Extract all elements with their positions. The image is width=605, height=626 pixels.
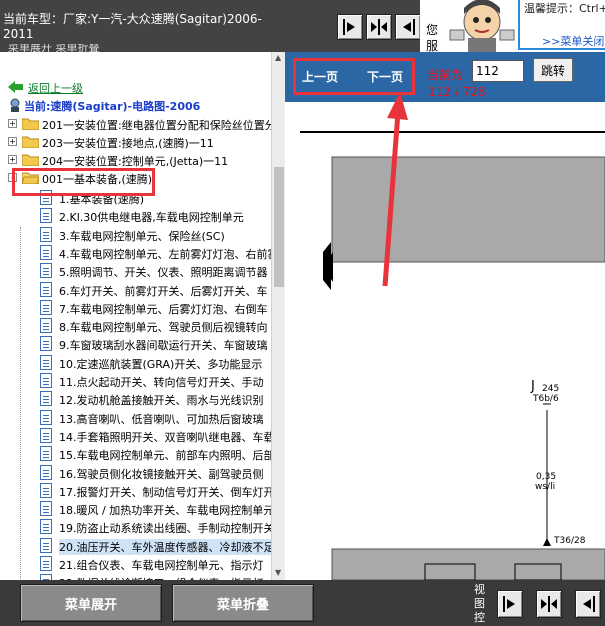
document-icon — [40, 208, 52, 224]
document-icon — [40, 482, 52, 498]
document-icon — [40, 244, 52, 260]
tree-leaf-label: 6.车灯开关、前雾灯开关、后雾灯开关、车 — [59, 284, 268, 298]
arrow-left-icon — [403, 19, 415, 35]
header-menu-strip: 菜单展开 菜单折叠 — [8, 44, 100, 52]
ad-tip-text: 温馨提示：Ctrl+D — [524, 2, 605, 15]
bottom-view-split-button[interactable] — [536, 590, 562, 618]
callout-arrow-icon — [382, 92, 408, 287]
tree-leaf-label: 14.手套箱照明开关、双音喇叭继电器、车载 — [59, 430, 275, 444]
expand-icon[interactable]: + — [8, 137, 17, 146]
tree-leaf-label: 21.组合仪表、车载电网控制单元、指示灯 — [59, 559, 264, 572]
car-icon — [10, 98, 20, 112]
top-header: 当前车型：厂家:Y一汽-大众速腾(Sagitar)2006-2011 菜单展开 … — [0, 0, 605, 52]
tree-leaf-label: 18.暖风 / 加热功率开关、车载电网控制单元 — [59, 504, 275, 518]
tree-leaf-label: 10.定速巡航装置(GRA)开关、多功能显示 — [59, 357, 263, 371]
document-icon — [40, 464, 52, 480]
mascot-icon — [449, 0, 515, 52]
basic-equipment-callout — [12, 168, 155, 196]
arrow-right-icon — [343, 19, 355, 35]
folder-icon — [22, 154, 39, 166]
page-count: 112 / 728 — [428, 85, 486, 99]
document-icon — [40, 299, 52, 315]
car-model-title: 当前车型：厂家:Y一汽-大众速腾(Sagitar)2006-2011 — [3, 12, 262, 41]
tree-leaf-label: 7.车载电网控制单元、后雾灯灯泡、右倒车 — [59, 302, 268, 316]
ad-tip-box: 温馨提示：Ctrl+D >>菜单关闭 — [518, 0, 605, 50]
wire-size: 0,35 — [536, 472, 557, 482]
current-label: 当前:速腾(Sagitar)-电路图-2006 — [24, 100, 201, 113]
split-view-icon — [371, 19, 387, 35]
ref-j-sub: 245 — [542, 384, 560, 394]
view-split-button[interactable] — [366, 14, 392, 40]
connector-arrow-icon — [543, 538, 551, 546]
page-number-input[interactable] — [472, 60, 524, 82]
document-icon — [40, 501, 52, 517]
document-icon — [40, 281, 52, 297]
bottom-toolbar: 菜单展开 菜单折叠 视图控 — [0, 580, 605, 626]
circuit-diagram: J 245 T6b/6 0,35 ws/li T36/28 K 32 — [285, 102, 605, 580]
expand-menu-button[interactable]: 菜单展开 — [20, 584, 162, 622]
folder-icon — [22, 136, 39, 148]
document-icon — [40, 427, 52, 443]
bottom-view-left-button[interactable] — [497, 590, 523, 618]
scrollbar-thumb[interactable] — [274, 167, 284, 287]
ref-t36: T36/28 — [554, 536, 586, 546]
document-icon — [40, 556, 52, 571]
tree-connector — [20, 227, 21, 580]
document-icon — [40, 226, 52, 242]
scroll-down-icon[interactable]: ▼ — [275, 568, 281, 577]
tree-leaf-label: 8.车载电网控制单元、驾驶员侧后视镜转向 — [59, 321, 268, 335]
tree-leaf-label: 11.点火起动开关、转向信号灯开关、手动 — [59, 376, 264, 389]
wire-color: ws/li — [535, 482, 556, 492]
tree-leaf-label: 17.报警灯开关、制动信号灯开关、倒车灯开 — [59, 485, 275, 499]
collapse-menu-button[interactable]: 菜单折叠 — [172, 584, 314, 622]
document-icon — [40, 409, 52, 425]
document-icon — [40, 446, 52, 462]
bottom-view-right-button[interactable] — [575, 590, 601, 618]
scroll-up-icon[interactable]: ▲ — [275, 53, 281, 62]
document-icon — [40, 519, 52, 535]
tree-leaf-label: 20.油压开关、车外温度传感器、冷却液不足 — [59, 538, 275, 555]
tree-leaf-label: 13.高音喇叭、低音喇叭、可加热后窗玻璃 — [59, 412, 264, 426]
ad-close-link[interactable]: >>菜单关闭 — [542, 33, 604, 49]
view-right-button[interactable] — [395, 14, 421, 40]
document-icon — [40, 354, 52, 370]
back-label: 返回上一级 — [28, 82, 83, 95]
view-control-label: 视图控 — [474, 583, 485, 624]
arrow-left-icon — [583, 596, 595, 612]
ref-t6: T6b/6 — [533, 394, 559, 404]
expand-icon[interactable]: + — [8, 155, 17, 164]
document-icon — [40, 318, 52, 334]
document-icon — [40, 391, 52, 407]
document-icon — [40, 537, 52, 553]
tree-scrollbar[interactable]: ▲ ▼ — [271, 52, 285, 580]
tree-leaf-label: 4.车载电网控制单元、左前雾灯灯泡、右前雾灯 — [59, 247, 285, 261]
current-page-label: 当前为 — [427, 68, 464, 82]
expand-icon[interactable]: + — [8, 119, 17, 128]
tree-leaf-label: 5.照明调节、开关、仪表、照明距离调节器 — [59, 266, 268, 280]
view-left-button[interactable] — [337, 14, 363, 40]
back-arrow-icon — [8, 81, 23, 93]
tree-leaf-label: 9.车窗玻璃刮水器间歇运行开关、车窗玻璃 — [59, 339, 268, 353]
jump-button[interactable]: 跳转 — [533, 58, 573, 82]
diagram-pane: 上一页 下一页 当前为 跳转 112 / 728 J 245 T6b/6 0,3… — [285, 52, 605, 580]
document-icon — [40, 373, 52, 388]
tree-leaf-label: 16.驾驶员侧化妆镜接触开关、副驾驶员侧 — [59, 467, 264, 481]
ref-j: J — [531, 379, 535, 394]
circuit-diagram-drawing — [300, 131, 605, 580]
arrow-right-icon — [503, 596, 515, 612]
document-icon — [40, 263, 52, 279]
tree-leaf-label: 19.防盗止动系统读出线圈、手制动控制开关 — [59, 522, 275, 536]
split-view-icon — [541, 596, 557, 612]
menu-tree-panel: 返回上一级 当前:速腾(Sagitar)-电路图-2006 + 201一安装位置… — [0, 52, 285, 580]
ad-side-text: 您服 — [426, 23, 439, 52]
tree-leaf-label: 2.Kl.30供电继电器,车载电网控制单元 — [59, 211, 244, 225]
ad-banner: 您服 温馨提示：Ctrl+D >>菜单关闭 — [420, 0, 605, 52]
document-icon — [40, 336, 52, 352]
tree-leaf-label: 12.发动机舱盖接触开关、雨水与光线识别 — [59, 394, 264, 408]
tree-leaf-label: 3.车载电网控制单元、保险丝(SC) — [59, 229, 225, 243]
tree-leaf-label: 15.车载电网控制单元、前部车内照明、后部 — [59, 449, 275, 463]
folder-icon — [22, 118, 39, 130]
